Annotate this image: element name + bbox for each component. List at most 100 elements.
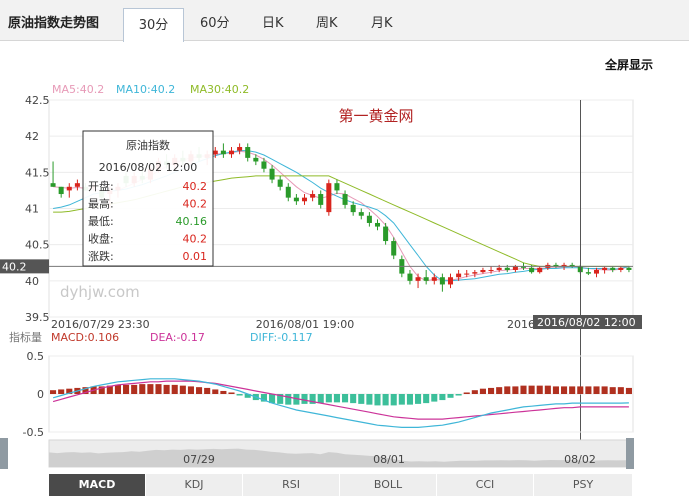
- candle-body: [472, 272, 478, 274]
- candle: [374, 219, 381, 231]
- candle: [358, 208, 364, 220]
- indicator-legend: 指标量 MACD:0.106 DEA:-0.17 DIFF:-0.117: [9, 330, 313, 344]
- candle-body: [407, 273, 413, 281]
- macd-bar: [536, 385, 543, 394]
- macd-histogram: [50, 384, 632, 406]
- candle: [610, 266, 616, 273]
- macd-bar: [350, 394, 357, 404]
- macd-bar: [317, 394, 324, 404]
- tooltip-row-value: 40.2: [183, 180, 208, 193]
- candle: [423, 269, 429, 285]
- macd-bar: [285, 394, 292, 405]
- candle-body: [269, 168, 275, 180]
- candle-body: [496, 267, 502, 270]
- candle: [366, 212, 372, 227]
- candle: [285, 183, 291, 202]
- macd-bar: [471, 390, 478, 394]
- candle: [480, 267, 486, 274]
- macd-bar: [463, 392, 470, 394]
- tooltip-row-label: 收盘:: [88, 232, 114, 246]
- macd-bar: [171, 384, 178, 394]
- candle-body: [277, 179, 283, 187]
- macd-bar: [147, 384, 154, 394]
- tab-psy[interactable]: PSY: [534, 474, 633, 496]
- candle: [245, 143, 251, 162]
- macd-bar: [139, 384, 146, 394]
- candle-body: [447, 277, 454, 285]
- tab-boll[interactable]: BOLL: [340, 474, 437, 496]
- candle-body: [334, 183, 340, 191]
- candle: [342, 190, 348, 209]
- candle: [618, 266, 624, 273]
- macd-bar: [374, 394, 381, 406]
- candle: [415, 273, 421, 289]
- tab-macd[interactable]: MACD: [49, 474, 146, 496]
- macd-bar: [601, 386, 608, 394]
- price-ytick-label: 40.5: [25, 239, 50, 252]
- candle-body: [512, 266, 518, 270]
- macd-bar: [528, 385, 535, 394]
- candle-body: [293, 197, 299, 202]
- macd-bar: [423, 394, 430, 404]
- candle-body: [626, 267, 632, 270]
- macd-bar: [131, 384, 138, 394]
- candlestick-chart[interactable]: 42.5 42 41.5 41 40.5 40 39.5 MA5:40.2 MA10:40.2…: [0, 0, 689, 497]
- candle: [310, 190, 316, 202]
- navigator-handle-left[interactable]: [0, 438, 8, 469]
- candle-body: [58, 186, 64, 195]
- macd-bar: [398, 394, 405, 405]
- tab-cci[interactable]: CCI: [437, 474, 534, 496]
- candle-body: [529, 267, 535, 273]
- price-xtick-label: 2016/07/29 23:30: [51, 318, 150, 331]
- macd-bar: [406, 394, 413, 405]
- candle-body: [374, 222, 381, 227]
- candle-body: [74, 183, 80, 187]
- tooltip-row-label: 涨跌:: [88, 249, 114, 263]
- candle-body: [237, 147, 243, 151]
- macd-bar: [187, 386, 194, 394]
- candle: [301, 194, 308, 205]
- macd-bar: [358, 394, 365, 404]
- macd-bar: [220, 390, 227, 394]
- candle-body: [318, 194, 324, 205]
- candle: [553, 262, 559, 268]
- candle-body: [261, 161, 267, 169]
- candle-body: [383, 226, 389, 242]
- candle-body: [301, 197, 308, 202]
- navigator-handle-right[interactable]: [626, 438, 634, 469]
- macd-bar: [58, 389, 65, 394]
- macd-bar: [585, 386, 592, 394]
- ma-legend-item: MA30:40.2: [190, 83, 249, 96]
- tooltip-row-value: 40.2: [183, 198, 208, 211]
- candle-body: [228, 150, 235, 155]
- tab-rsi[interactable]: RSI: [243, 474, 340, 496]
- candle-body: [66, 186, 72, 191]
- navigator-date-label: 08/01: [373, 453, 405, 466]
- candle-body: [464, 273, 470, 275]
- ma-legend: MA5:40.2 MA10:40.2 MA30:40.2: [52, 83, 249, 96]
- indicator-legend-item: DIFF:-0.117: [250, 331, 313, 344]
- candle-body: [593, 269, 600, 274]
- candle: [326, 179, 332, 216]
- ma-legend-item: MA10:40.2: [116, 83, 175, 96]
- macd-bar: [196, 387, 203, 394]
- navigator: 07/29 08/01 08/02: [0, 438, 634, 469]
- price-ytick-label: 39.5: [25, 311, 50, 324]
- macd-bar: [342, 394, 349, 403]
- candle-body: [366, 215, 372, 223]
- tab-kdj[interactable]: KDJ: [146, 474, 243, 496]
- candle-body: [415, 277, 421, 281]
- macd-bar: [333, 394, 340, 403]
- candle: [269, 165, 275, 184]
- candle: [293, 194, 299, 205]
- candle: [537, 266, 543, 274]
- candle: [58, 186, 64, 198]
- candle: [431, 273, 437, 285]
- macd-bar: [382, 394, 389, 406]
- candle: [228, 147, 235, 158]
- macd-bar: [593, 386, 600, 394]
- candle: [472, 269, 478, 278]
- macd-bar: [415, 394, 422, 404]
- price-ytick-label: 42: [25, 130, 39, 143]
- macd-bar: [520, 385, 527, 394]
